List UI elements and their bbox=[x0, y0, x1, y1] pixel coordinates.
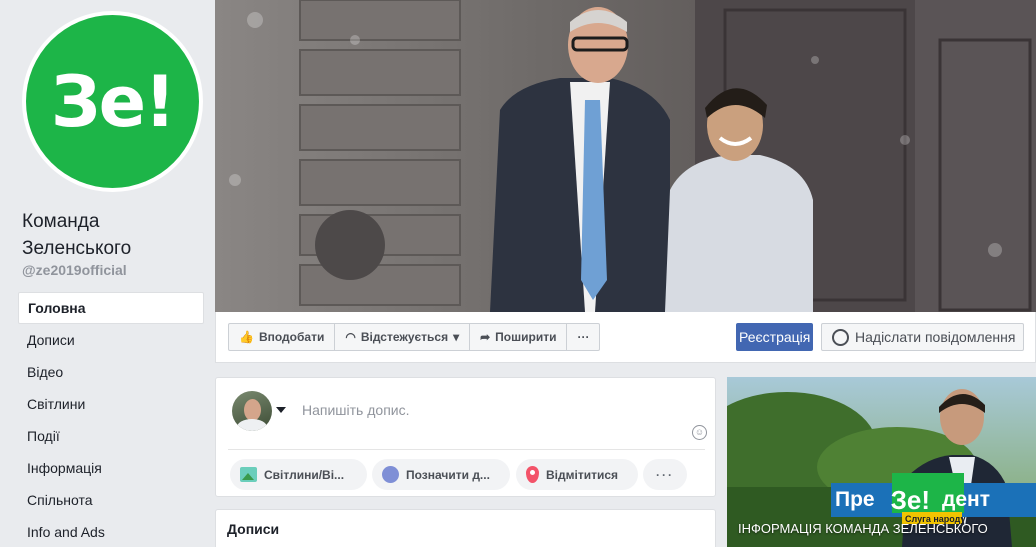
page-nav: Головна Дописи Відео Світлини Події Інфо… bbox=[18, 292, 204, 547]
sidebar-item-about[interactable]: Інформація bbox=[18, 452, 204, 484]
photo-video-button[interactable]: Світлини/Ві... bbox=[230, 459, 367, 490]
sidebar-item-videos[interactable]: Відео bbox=[18, 356, 204, 388]
photo-icon bbox=[240, 467, 257, 482]
emoji-icon[interactable]: ☺ bbox=[692, 425, 707, 440]
sidebar-item-home[interactable]: Головна bbox=[18, 292, 204, 324]
post-composer: Напишіть допис. ☺ Світлини/Ві... Позначи… bbox=[215, 377, 716, 497]
photo-video-label: Світлини/Ві... bbox=[264, 467, 345, 482]
tag-people-icon bbox=[382, 466, 399, 483]
promo-logo: Пре Зе! дент bbox=[835, 483, 1035, 517]
thumbs-up-icon: 👍 bbox=[239, 330, 254, 344]
messenger-icon bbox=[832, 328, 849, 346]
chevron-down-icon: ▾ bbox=[453, 330, 460, 344]
posts-section: Дописи bbox=[215, 509, 716, 547]
rss-icon: ◠ bbox=[345, 330, 356, 344]
register-button[interactable]: Реєстрація bbox=[736, 323, 814, 351]
promo-logo-right: дент bbox=[942, 488, 990, 511]
check-in-button[interactable]: Відмітитися bbox=[516, 459, 638, 490]
composer-input[interactable]: Напишіть допис. bbox=[302, 402, 409, 418]
more-dots-icon: ··· bbox=[577, 330, 590, 344]
avatar-shirt bbox=[237, 419, 267, 431]
ze-logo: Зе! bbox=[26, 15, 199, 188]
sidebar-item-photos[interactable]: Світлини bbox=[18, 388, 204, 420]
more-dots-icon: ··· bbox=[656, 467, 674, 482]
page-handle[interactable]: @ze2019official bbox=[22, 262, 127, 278]
promo-caption: ІНФОРМАЦІЯ КОМАНДА ЗЕЛЕНСЬКОГО bbox=[738, 521, 988, 536]
like-button[interactable]: 👍 Вподобати bbox=[229, 324, 336, 350]
action-button-group: 👍 Вподобати ◠ Відстежується ▾ ➦ Поширити… bbox=[228, 323, 601, 351]
composer-divider bbox=[228, 449, 705, 450]
send-message-button[interactable]: Надіслати повідомлення bbox=[821, 323, 1024, 351]
tag-friends-button[interactable]: Позначити д... bbox=[372, 459, 510, 490]
profile-picture[interactable]: Зе! bbox=[22, 11, 203, 192]
page-title[interactable]: Команда Зеленського bbox=[22, 208, 202, 262]
chevron-down-icon[interactable] bbox=[276, 407, 286, 413]
cover-photo-image bbox=[215, 0, 1036, 312]
page-sidebar: Зе! Команда Зеленського @ze2019official … bbox=[0, 0, 215, 547]
cover-photo[interactable] bbox=[215, 0, 1036, 312]
sidebar-item-events[interactable]: Події bbox=[18, 420, 204, 452]
more-options-button[interactable]: ··· bbox=[567, 324, 599, 350]
promo-logo-left: Пре bbox=[835, 488, 875, 511]
share-label: Поширити bbox=[495, 330, 557, 344]
follow-label: Відстежується bbox=[360, 330, 449, 344]
sidebar-item-community[interactable]: Спільнота bbox=[18, 484, 204, 516]
info-promo-card[interactable]: Пре Зе! дент Слуга народу ІНФОРМАЦІЯ КОМ… bbox=[727, 377, 1036, 547]
composer-more-button[interactable]: ··· bbox=[643, 459, 687, 490]
logo-text: Зе! bbox=[50, 60, 176, 143]
page-action-bar: 👍 Вподобати ◠ Відстежується ▾ ➦ Поширити… bbox=[215, 312, 1036, 363]
avatar-face bbox=[244, 399, 261, 421]
sidebar-item-info-ads[interactable]: Info and Ads bbox=[18, 516, 204, 547]
send-message-label: Надіслати повідомлення bbox=[855, 329, 1016, 345]
check-in-label: Відмітитися bbox=[546, 467, 619, 482]
tag-friends-label: Позначити д... bbox=[406, 467, 490, 482]
share-button[interactable]: ➦ Поширити bbox=[470, 324, 568, 350]
promo-logo-mid: Зе! bbox=[890, 484, 931, 515]
location-pin-icon bbox=[526, 466, 539, 483]
sidebar-item-posts[interactable]: Дописи bbox=[18, 324, 204, 356]
composer-avatar[interactable] bbox=[232, 391, 272, 431]
follow-button[interactable]: ◠ Відстежується ▾ bbox=[335, 324, 471, 350]
share-arrow-icon: ➦ bbox=[480, 330, 491, 344]
like-label: Вподобати bbox=[258, 330, 325, 344]
posts-heading: Дописи bbox=[227, 521, 280, 537]
